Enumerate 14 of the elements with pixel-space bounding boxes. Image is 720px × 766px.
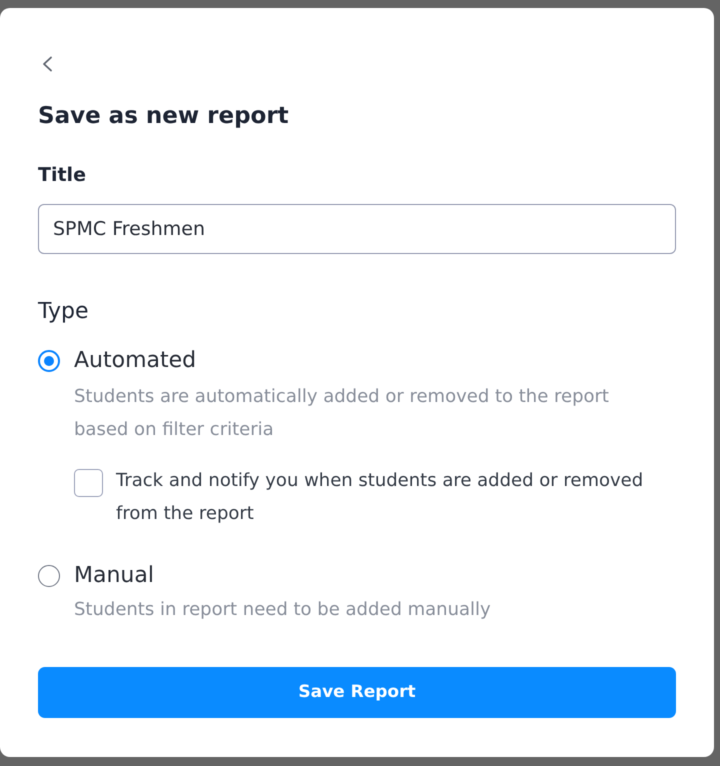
field-label: Type xyxy=(38,298,90,326)
dialog-title: Save as new report xyxy=(38,102,290,131)
chevron-left-icon xyxy=(41,56,53,72)
radio-button[interactable] xyxy=(38,565,60,587)
field-label: Title xyxy=(38,163,87,188)
checkbox-label[interactable]: Track and notify you when students are added or removed from the report xyxy=(116,464,676,530)
radio-label[interactable]: Automated xyxy=(74,346,196,376)
radio-button[interactable] xyxy=(38,350,60,372)
title-input[interactable]: SPMC Freshmen xyxy=(38,204,676,254)
checkbox[interactable] xyxy=(74,468,103,496)
option-description: Students are automatically added or removed to the report based on filter criteria xyxy=(74,385,610,442)
back-button[interactable] xyxy=(41,56,53,72)
option-description: Students in report need to be added manually xyxy=(74,598,492,622)
radio-label[interactable]: Manual xyxy=(74,561,154,591)
